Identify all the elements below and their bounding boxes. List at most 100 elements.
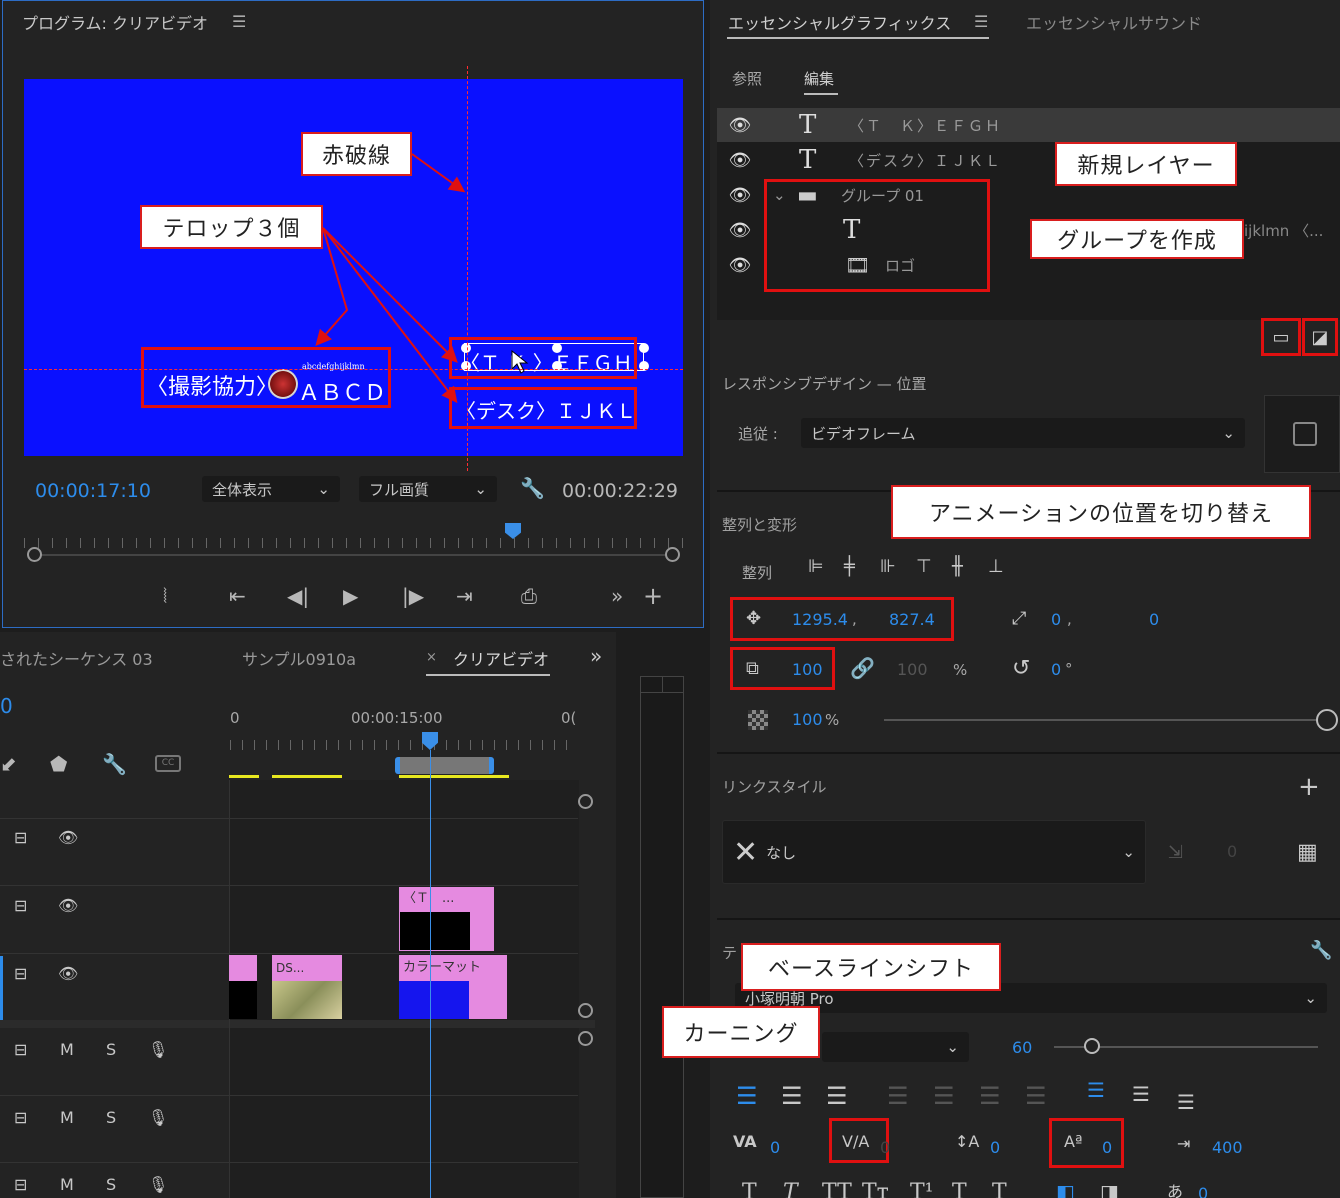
tab-essential-sound[interactable]: エッセンシャルサウンド	[1026, 10, 1202, 34]
track-output-icon[interactable]: ⊟	[14, 828, 27, 847]
create-group-button[interactable]: ▭	[1261, 318, 1301, 356]
leading-icon[interactable]: ↕A	[955, 1132, 979, 1151]
kerning-value[interactable]: 0	[880, 1138, 890, 1157]
anchor-x[interactable]: 0	[1051, 610, 1061, 629]
sync-style-icon[interactable]: ⇲	[1168, 842, 1183, 863]
font-size-slider-handle[interactable]	[1084, 1038, 1100, 1054]
baseline-shift-icon[interactable]: Aª	[1064, 1132, 1082, 1151]
follow-dropdown[interactable]: ビデオフレーム ⌄	[801, 418, 1245, 448]
kerning-icon[interactable]: V/A	[842, 1132, 869, 1151]
text-top-icon[interactable]: ☰	[1087, 1078, 1105, 1102]
timeline-ruler[interactable]	[230, 740, 575, 750]
layer-row[interactable]: 👁 T 〈デスク〉ＩＪＫＬ	[717, 143, 1340, 177]
font-style-dropdown[interactable]: ⌄	[822, 1032, 969, 1062]
clip-small[interactable]	[229, 955, 257, 981]
eye-icon[interactable]: 👁	[717, 115, 763, 136]
layer-row[interactable]: 👁 T 〈Ｔ Ｋ〉ＥＦＧＨ	[717, 108, 1340, 142]
more-tabs-icon[interactable]: »	[590, 644, 602, 668]
eye-icon[interactable]: 👁	[717, 255, 763, 276]
tab-sample[interactable]: サンプル0910a	[242, 646, 356, 670]
track-output-icon[interactable]: ⊟	[14, 964, 27, 983]
subscript-icon[interactable]: T	[952, 1180, 967, 1198]
align-bottom-icon[interactable]: ⊥	[988, 556, 1016, 584]
microphone-icon[interactable]: 🎙	[148, 1108, 168, 1127]
clip-color-matte[interactable]: カラーマット	[399, 955, 507, 981]
align-left-icon[interactable]: ⊫	[808, 556, 836, 584]
position-x[interactable]: 1295.4	[792, 610, 848, 629]
solo-button[interactable]: S	[106, 1108, 116, 1127]
captions-icon[interactable]: CC	[155, 755, 181, 772]
clip-telop[interactable]: 〈Ｔ ...	[399, 887, 494, 911]
zoom-bar[interactable]	[34, 554, 674, 556]
step-forward-icon[interactable]: |▶	[402, 584, 424, 608]
tsume-value[interactable]: 0	[1198, 1184, 1208, 1198]
mark-out-icon[interactable]: ⦚	[163, 584, 167, 608]
eye-icon[interactable]: 👁	[58, 828, 78, 847]
small-caps-icon[interactable]: Tт	[862, 1180, 889, 1198]
rtl-icon[interactable]: ◨	[1100, 1180, 1119, 1198]
justify-all-icon[interactable]: ☰	[1025, 1082, 1047, 1110]
in-out-range[interactable]	[395, 757, 494, 774]
align-text-center-icon[interactable]: ☰	[781, 1082, 803, 1110]
close-tab-icon[interactable]: ×	[426, 650, 437, 665]
grid-icon[interactable]: ▦	[1297, 840, 1318, 865]
ltr-icon[interactable]: ◧	[1056, 1180, 1075, 1198]
align-right-icon[interactable]: ⊪	[880, 556, 908, 584]
fit-dropdown[interactable]: 全体表示 ⌄	[202, 476, 340, 502]
wrench-icon[interactable]: 🔧	[102, 752, 127, 776]
zoom-handle-right[interactable]	[665, 547, 680, 562]
anchor-y[interactable]: 0	[1149, 610, 1159, 629]
leading-value[interactable]: 0	[990, 1138, 1000, 1157]
add-style-icon[interactable]: +	[1298, 772, 1320, 802]
position-move-icon[interactable]: ✥	[746, 608, 761, 629]
mute-button[interactable]: M	[60, 1040, 74, 1059]
rotation-icon[interactable]: ↺	[1012, 656, 1030, 681]
wrench-icon[interactable]: 🔧	[1310, 940, 1332, 961]
align-text-right-icon[interactable]: ☰	[826, 1082, 848, 1110]
align-text-left-icon[interactable]: ☰	[736, 1082, 758, 1110]
zoom-handle-left[interactable]	[27, 547, 42, 562]
marker-icon[interactable]: ⬟	[50, 752, 67, 776]
mute-button[interactable]: M	[60, 1108, 74, 1127]
more-controls-icon[interactable]: »	[611, 584, 623, 608]
eye-icon[interactable]: 👁	[717, 185, 763, 206]
align-center-h-icon[interactable]: ╪	[844, 556, 872, 584]
font-size-value[interactable]: 60	[1012, 1038, 1032, 1057]
mute-button[interactable]: M	[60, 1175, 74, 1194]
underline-icon[interactable]: T	[992, 1180, 1007, 1198]
new-layer-button[interactable]: ◪	[1302, 318, 1338, 356]
tracking-icon[interactable]: VA	[733, 1132, 757, 1151]
scroll-handle[interactable]	[578, 1031, 593, 1046]
go-to-in-icon[interactable]: ⇤	[229, 584, 246, 608]
panel-menu-icon[interactable]: ☰	[974, 12, 988, 31]
scale-value[interactable]: 100	[792, 660, 823, 679]
clip-telop-thumbnail[interactable]	[399, 911, 494, 951]
superscript-icon[interactable]: T¹	[910, 1180, 934, 1198]
track-output-icon[interactable]: ⊟	[14, 1108, 27, 1127]
solo-button[interactable]: S	[106, 1175, 116, 1194]
step-back-icon[interactable]: ◀|	[287, 584, 309, 608]
wrench-icon[interactable]: 🔧	[520, 476, 545, 500]
anchor-point-icon[interactable]: ⤢	[1012, 608, 1026, 629]
faux-bold-icon[interactable]: T	[742, 1180, 757, 1198]
text-bottom-icon[interactable]: ☰	[1177, 1090, 1195, 1114]
play-icon[interactable]: ▶	[343, 584, 358, 608]
text-middle-icon[interactable]: ☰	[1132, 1082, 1150, 1106]
justify-center-icon[interactable]: ☰	[933, 1082, 955, 1110]
all-caps-icon[interactable]: TT	[822, 1180, 852, 1198]
justify-left-icon[interactable]: ☰	[887, 1082, 909, 1110]
time-ruler[interactable]	[24, 538, 684, 548]
align-top-icon[interactable]: ⊤	[916, 556, 944, 584]
pin-to-edges-widget[interactable]	[1264, 395, 1340, 473]
tab-clear-video[interactable]: クリアビデオ	[453, 646, 549, 670]
timeline-timecode[interactable]: 0	[0, 694, 13, 718]
track-output-icon[interactable]: ⊟	[14, 1175, 27, 1194]
microphone-icon[interactable]: 🎙	[148, 1040, 168, 1059]
add-button-icon[interactable]: +	[643, 582, 663, 610]
export-frame-icon[interactable]: ⎙	[521, 584, 537, 608]
go-to-out-icon[interactable]: ⇥	[456, 584, 473, 608]
eye-icon[interactable]: 👁	[717, 150, 763, 171]
tab-essential-graphics[interactable]: エッセンシャルグラフィックス	[728, 10, 951, 34]
solo-button[interactable]: S	[106, 1040, 116, 1059]
tracking-value[interactable]: 0	[770, 1138, 780, 1157]
